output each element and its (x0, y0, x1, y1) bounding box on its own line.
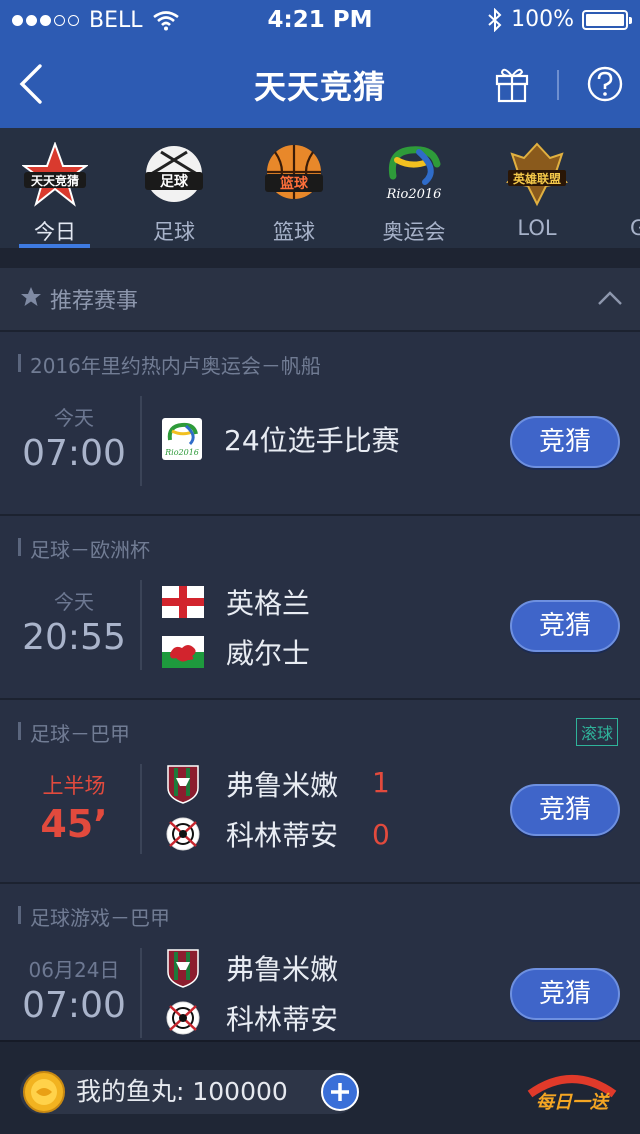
footer-bar: 我的鱼丸: 100000 每日一送 (0, 1040, 640, 1134)
coin-balance-label: 我的鱼丸: 100000 (76, 1077, 288, 1106)
nav-divider (557, 70, 559, 100)
add-coins-icon[interactable] (320, 1072, 360, 1112)
svg-text:足球: 足球 (160, 173, 189, 190)
team-score: 1 (372, 766, 390, 799)
page-title: 天天竞猜 (253, 68, 386, 106)
team-row: Rio2016 24位选手比赛 (162, 418, 400, 460)
time-divider (140, 948, 142, 1038)
match-header: 足球游戏－巴甲 (18, 902, 170, 931)
match-period: 上半场 (42, 774, 106, 798)
team-name: 24位选手比赛 (224, 424, 400, 457)
star-icon (21, 287, 41, 306)
battery-icon (582, 9, 632, 30)
category-bar: 天天竞猜 今日 足球 足球 篮球 篮球 Rio2016 奥运会 英雄联盟 LOL… (0, 128, 640, 248)
section-label: 推荐赛事 (50, 289, 139, 314)
team-name: 英格兰 (226, 587, 311, 620)
chevron-up-icon[interactable] (596, 288, 624, 308)
match-clock: 20:55 (22, 617, 126, 658)
match-card-live: 足球－巴甲 滚球 上半场 45’ 弗鲁米嫩 1 科林蒂安 0 竞猜 (0, 698, 640, 882)
match-time: 上半场 45’ (10, 770, 138, 846)
team-name: 弗鲁米嫩 (226, 953, 339, 986)
match-minute: 45’ (40, 802, 108, 846)
team-name: 科林蒂安 (226, 819, 339, 852)
rio2016-logo-icon: Rio2016 (386, 146, 442, 202)
wales-flag-icon (162, 636, 204, 668)
corinthians-crest-icon (166, 1001, 200, 1035)
lol-logo-icon: 英雄联盟 (505, 142, 569, 207)
coin-icon (23, 1071, 65, 1113)
match-header: 足球－欧洲杯 (18, 534, 150, 563)
match-time: 今天 07:00 (10, 402, 138, 474)
category-label: G (630, 216, 640, 240)
status-bar: BELL 4:21 PM 100% (0, 0, 640, 42)
category-label: 足球 (153, 220, 195, 244)
match-card-euro: 足球－欧洲杯 今天 20:55 英格兰 威尔士 竞猜 (0, 514, 640, 698)
rio2016-logo-icon: Rio2016 (162, 418, 202, 460)
match-header: 2016年里约热内卢奥运会－帆船 (18, 350, 321, 379)
guess-button[interactable]: 竞猜 (510, 600, 620, 652)
match-clock: 07:00 (22, 985, 126, 1026)
team-name: 科林蒂安 (226, 1003, 339, 1036)
match-card-game: 足球游戏－巴甲 06月24日 07:00 弗鲁米嫩 科林蒂安 竞猜 (0, 882, 640, 1042)
live-tag: 滚球 (575, 718, 618, 746)
match-time: 06月24日 07:00 (10, 954, 138, 1026)
match-header: 足球－巴甲 (18, 718, 130, 747)
battery-percent: 100% (511, 7, 574, 32)
guess-button[interactable]: 竞猜 (510, 416, 620, 468)
match-clock: 07:00 (22, 433, 126, 474)
category-basketball[interactable]: 篮球 篮球 (239, 142, 349, 246)
category-lol[interactable]: 英雄联盟 LOL (482, 142, 592, 240)
team-score: 0 (372, 818, 390, 851)
team-row: 弗鲁米嫩 (162, 764, 338, 804)
svg-text:天天竞猜: 天天竞猜 (31, 173, 79, 188)
category-football[interactable]: 足球 足球 (119, 142, 229, 246)
team-row: 科林蒂安 (162, 814, 338, 854)
team-row: 英格兰 (162, 582, 310, 622)
status-right: 100% (487, 7, 632, 32)
svg-text:英雄联盟: 英雄联盟 (513, 171, 561, 186)
england-flag-icon (162, 586, 204, 618)
guess-button[interactable]: 竞猜 (510, 968, 620, 1020)
time-divider (140, 396, 142, 486)
time-divider (140, 580, 142, 670)
top-bar: BELL 4:21 PM 100% 天天竞猜 (0, 0, 640, 128)
tiantian-logo-icon: 天天竞猜 (20, 141, 90, 207)
guess-button[interactable]: 竞猜 (510, 784, 620, 836)
recommended-header[interactable]: 推荐赛事 (0, 268, 640, 330)
category-label: 今日 (34, 220, 76, 244)
team-row: 弗鲁米嫩 (162, 948, 338, 988)
nav-bar: 天天竞猜 (0, 42, 640, 128)
team-name: 威尔士 (226, 637, 311, 670)
match-day: 今天 (54, 590, 94, 614)
team-row: 科林蒂安 (162, 998, 338, 1038)
svg-text:Rio2016: Rio2016 (386, 187, 442, 202)
svg-text:每日一送: 每日一送 (536, 1092, 610, 1112)
match-time: 今天 20:55 (10, 586, 138, 658)
time-divider (140, 764, 142, 854)
fluminense-crest-icon (167, 949, 199, 988)
category-label: LOL (517, 216, 557, 240)
category-game-partial[interactable]: G (590, 142, 640, 240)
category-label: 篮球 (273, 220, 315, 244)
basketball-logo-icon: 篮球 (265, 145, 323, 199)
svg-text:Rio2016: Rio2016 (164, 448, 199, 457)
help-icon[interactable] (585, 64, 625, 104)
match-day: 06月24日 (28, 958, 120, 982)
corinthians-crest-icon (166, 817, 200, 851)
match-day: 今天 (54, 406, 94, 430)
gift-icon[interactable] (492, 64, 532, 104)
team-name: 弗鲁米嫩 (226, 769, 339, 802)
bluetooth-icon (488, 7, 502, 32)
svg-text:篮球: 篮球 (279, 175, 309, 192)
football-logo-icon: 足球 (145, 146, 203, 202)
daily-gift-icon[interactable]: 每日一送 (522, 1072, 622, 1112)
category-today[interactable]: 天天竞猜 今日 (0, 141, 110, 246)
game-logo-icon (612, 142, 640, 208)
section-gap (0, 248, 640, 268)
fluminense-crest-icon (167, 765, 199, 804)
category-label: 奥运会 (382, 220, 446, 244)
category-olympics[interactable]: Rio2016 奥运会 (359, 142, 469, 246)
team-row: 威尔士 (162, 632, 310, 672)
match-card-sailing: 2016年里约热内卢奥运会－帆船 今天 07:00 Rio2016 24位选手比… (0, 330, 640, 514)
